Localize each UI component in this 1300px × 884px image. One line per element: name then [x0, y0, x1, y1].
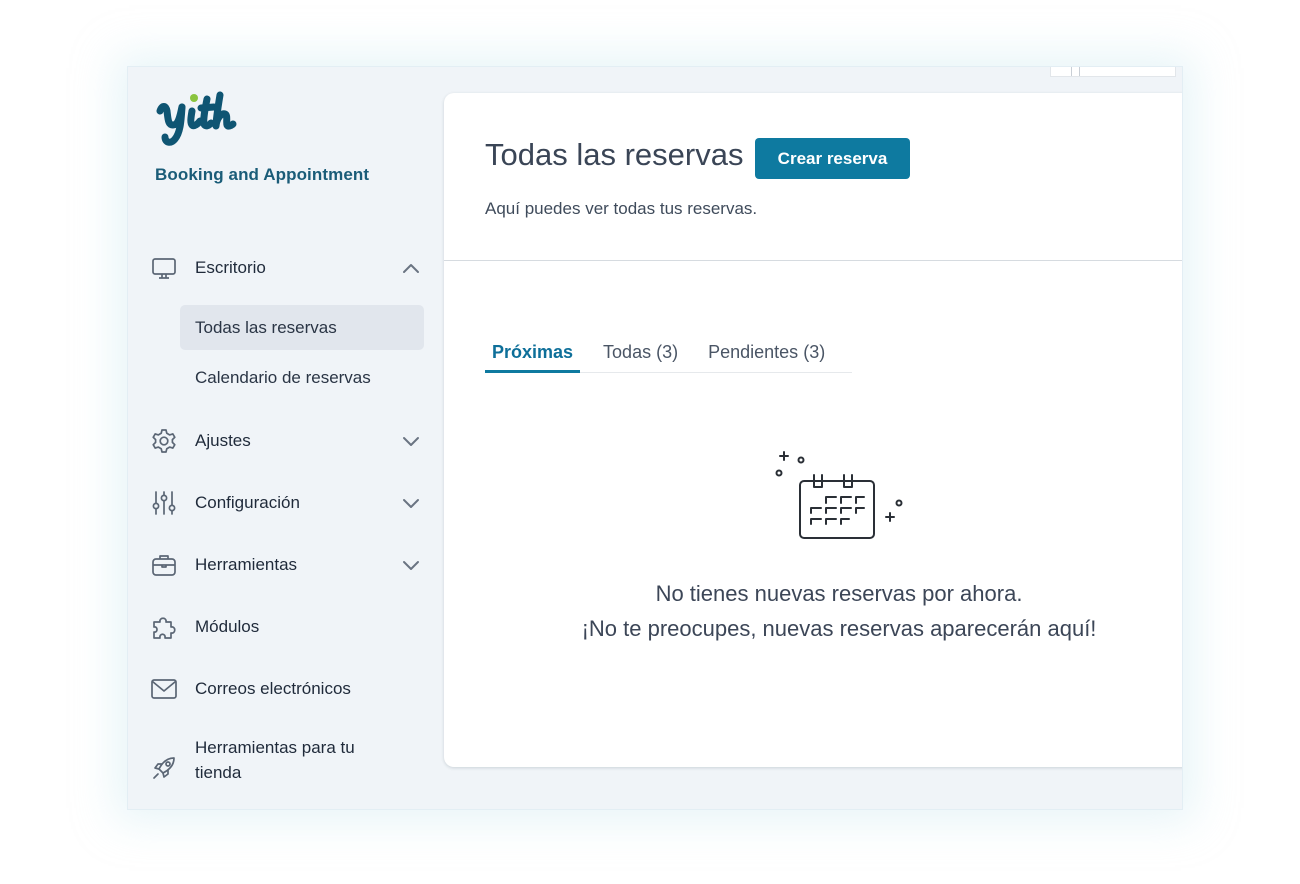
sidebar-item-label: Configuración	[195, 493, 300, 512]
sliders-icon	[150, 489, 178, 517]
divider	[444, 260, 1182, 261]
submenu-item-todas-las-reservas[interactable]: Todas las reservas	[180, 305, 424, 350]
sidebar-item-configuracion[interactable]: Configuración	[150, 487, 420, 519]
gear-icon	[150, 427, 178, 455]
calendar-empty-icon	[775, 451, 903, 539]
chevron-down-icon[interactable]	[402, 433, 420, 449]
create-booking-button[interactable]: Crear reserva	[755, 138, 910, 179]
chevron-up-icon[interactable]	[402, 260, 420, 276]
plugin-name: Booking and Appointment	[155, 165, 370, 184]
sidebar-item-label: Herramientas	[195, 555, 298, 574]
sidebar-item-herramientas-tienda[interactable]: Herramientas para tu tienda	[150, 735, 420, 787]
tab-count: (3)	[656, 342, 679, 362]
sidebar-item-label: Correos electrónicos	[195, 679, 351, 698]
sidebar-item-label: Escritorio	[195, 258, 266, 277]
main-card: Todas las reservas Crear reserva Aquí pu…	[444, 93, 1182, 767]
sidebar-item-label: Módulos	[195, 617, 260, 636]
sidebar-item-correos[interactable]: Correos electrónicos	[150, 673, 420, 705]
puzzle-icon	[150, 613, 178, 641]
tab-proximas[interactable]: Próximas	[485, 331, 581, 373]
sidebar: Booking and Appointment Escritorio Todas…	[128, 67, 444, 809]
chevron-down-icon[interactable]	[402, 495, 420, 511]
chevron-down-icon[interactable]	[402, 557, 420, 573]
envelope-icon	[150, 675, 178, 703]
empty-state-message: No tienes nuevas reservas por ahora.	[655, 581, 1023, 606]
submenu-item-calendario-de-reservas[interactable]: Calendario de reservas	[180, 355, 424, 400]
sidebar-item-modulos[interactable]: Módulos	[150, 611, 420, 643]
tab-todas[interactable]: Todas (3)	[603, 331, 678, 373]
tab-pendientes[interactable]: Pendientes (3)	[708, 331, 825, 373]
page-description: Aquí puedes ver todas tus reservas.	[485, 199, 758, 218]
empty-state-subtext: ¡No te preocupes, nuevas reservas aparec…	[581, 616, 1097, 641]
app-window: Booking and Appointment Escritorio Todas…	[127, 66, 1183, 810]
yith-logo	[156, 91, 237, 146]
tab-count: (3)	[803, 342, 826, 362]
booking-tabs: Próximas Todas (3) Pendientes (3)	[485, 331, 852, 373]
monitor-icon	[150, 254, 178, 282]
sidebar-item-label: Herramientas para tu tienda	[195, 738, 355, 782]
top-toolbar-fragment	[1050, 67, 1176, 77]
tab-label: Próximas	[492, 342, 574, 362]
tab-label: Todas	[603, 342, 652, 362]
sidebar-item-label: Ajustes	[195, 431, 251, 450]
rocket-icon	[150, 754, 178, 782]
tab-label: Pendientes	[708, 342, 799, 362]
briefcase-icon	[150, 551, 178, 579]
sidebar-item-ajustes[interactable]: Ajustes	[150, 425, 420, 457]
sidebar-item-escritorio[interactable]: Escritorio	[150, 252, 420, 284]
page-title: Todas las reservas	[485, 137, 744, 172]
sidebar-item-herramientas[interactable]: Herramientas	[150, 549, 420, 581]
